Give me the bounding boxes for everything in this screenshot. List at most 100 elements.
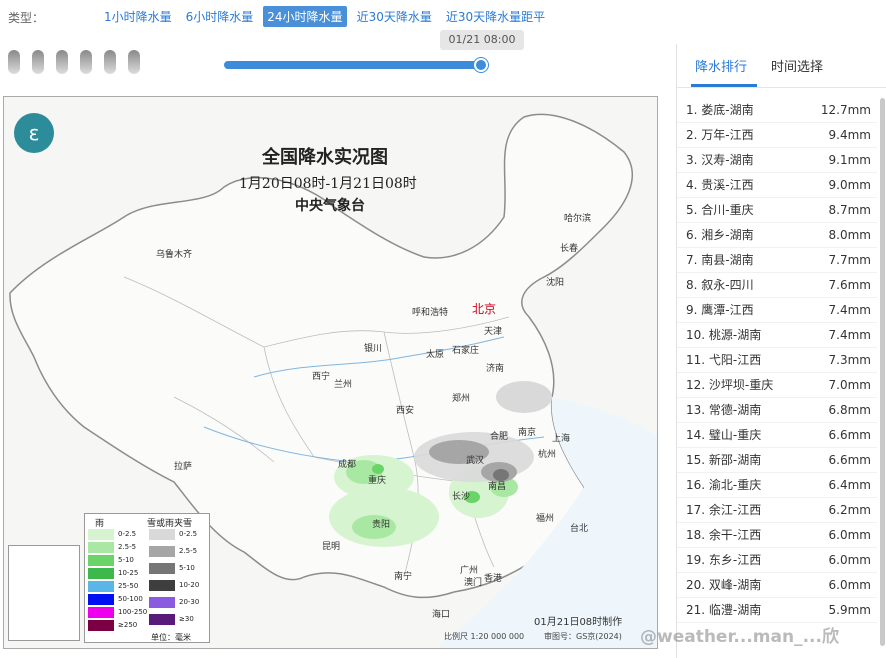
list-item[interactable]: 8. 叙永-四川 7.6mm bbox=[677, 273, 877, 298]
time-slider-thumb[interactable] bbox=[474, 58, 488, 72]
rank-station: 14. 璧山-重庆 bbox=[686, 428, 762, 442]
city-label: 贵阳 bbox=[372, 520, 391, 530]
rank-station: 12. 沙坪坝-重庆 bbox=[686, 378, 774, 392]
rank-station: 7. 南县-湖南 bbox=[686, 253, 754, 267]
legend-snow-title: 雪或雨夹雪 bbox=[147, 519, 193, 529]
precip-legend: 雨 雪或雨夹雪 0-2.5 2.5-5 5-10 10-25 25-50 50-… bbox=[84, 513, 210, 643]
list-item[interactable]: 10. 桃源-湖南 7.4mm bbox=[677, 323, 877, 348]
playback-bar-icon[interactable] bbox=[104, 50, 116, 74]
rank-value: 9.4mm bbox=[828, 128, 871, 142]
legend-label: 10-20 bbox=[179, 581, 200, 589]
rank-value: 8.7mm bbox=[828, 203, 871, 217]
rank-value: 6.0mm bbox=[828, 553, 871, 567]
legend-label: ≥30 bbox=[179, 615, 194, 623]
city-label: 重庆 bbox=[368, 476, 387, 486]
map-made-time: 01月21日08时制作 bbox=[534, 617, 623, 628]
city-label: 哈尔滨 bbox=[564, 214, 592, 224]
legend-swatch bbox=[149, 614, 175, 625]
tab-6h-precip[interactable]: 6小时降水量 bbox=[182, 6, 258, 27]
rank-value: 9.0mm bbox=[828, 178, 871, 192]
rank-value: 7.4mm bbox=[828, 328, 871, 342]
playback-bar-icon[interactable] bbox=[128, 50, 140, 74]
rank-station: 11. 弋阳-江西 bbox=[686, 353, 762, 367]
legend-swatch bbox=[149, 580, 175, 591]
legend-unit: 单位：毫米 bbox=[151, 633, 191, 642]
city-label: 南京 bbox=[518, 428, 537, 438]
rank-value: 6.8mm bbox=[828, 403, 871, 417]
city-label: 济南 bbox=[486, 364, 505, 374]
legend-label: 5-10 bbox=[118, 556, 134, 564]
list-item[interactable]: 20. 双峰-湖南 6.0mm bbox=[677, 573, 877, 598]
legend-label: 5-10 bbox=[179, 564, 195, 572]
rank-station: 8. 叙永-四川 bbox=[686, 278, 754, 292]
city-label: 南昌 bbox=[488, 482, 507, 492]
playback-bar-icon[interactable] bbox=[56, 50, 68, 74]
tab-time-select[interactable]: 时间选择 bbox=[771, 56, 823, 75]
legend-swatch bbox=[149, 529, 175, 540]
playback-bar-icon[interactable] bbox=[32, 50, 44, 74]
list-item[interactable]: 18. 余干-江西 6.0mm bbox=[677, 523, 877, 548]
city-label: 昆明 bbox=[322, 542, 341, 552]
list-item[interactable]: 12. 沙坪坝-重庆 7.0mm bbox=[677, 373, 877, 398]
legend-swatch bbox=[149, 546, 175, 557]
list-item[interactable]: 2. 万年-江西 9.4mm bbox=[677, 123, 877, 148]
list-item[interactable]: 11. 弋阳-江西 7.3mm bbox=[677, 348, 877, 373]
time-slider-track[interactable] bbox=[224, 61, 486, 69]
south-china-sea-inset bbox=[8, 545, 80, 641]
legend-swatch bbox=[149, 563, 175, 574]
legend-label: 0-2.5 bbox=[118, 530, 137, 538]
city-label: 沈阳 bbox=[546, 278, 565, 288]
list-item[interactable]: 9. 鹰潭-江西 7.4mm bbox=[677, 298, 877, 323]
legend-swatch bbox=[88, 529, 114, 540]
list-item[interactable]: 14. 璧山-重庆 6.6mm bbox=[677, 423, 877, 448]
rank-value: 6.6mm bbox=[828, 453, 871, 467]
list-item[interactable]: 5. 合川-重庆 8.7mm bbox=[677, 198, 877, 223]
rank-station: 4. 贵溪-江西 bbox=[686, 178, 754, 192]
list-item[interactable]: 17. 余江-江西 6.2mm bbox=[677, 498, 877, 523]
tab-24h-precip[interactable]: 24小时降水量 bbox=[263, 6, 347, 27]
rank-value: 7.4mm bbox=[828, 303, 871, 317]
city-label: 呼和浩特 bbox=[412, 308, 449, 318]
city-label: 西安 bbox=[396, 406, 415, 416]
legend-swatch bbox=[88, 581, 114, 592]
playback-bar-icon[interactable] bbox=[8, 50, 20, 74]
tab-precip-ranking[interactable]: 降水排行 bbox=[695, 56, 747, 75]
list-item[interactable]: 21. 临澧-湖南 5.9mm bbox=[677, 598, 877, 623]
city-label: 银川 bbox=[364, 344, 383, 354]
ranking-panel: 降水排行 时间选择 1. 娄底-湖南 12.7mm 2. 万年-江西 9.4mm 3… bbox=[676, 44, 886, 658]
list-item[interactable]: 16. 渝北-重庆 6.4mm bbox=[677, 473, 877, 498]
precipitation-map[interactable]: ε 全国降水实况图 1月20日08时-1月21日08时 中央气象台 乌鲁木齐 哈… bbox=[3, 96, 658, 649]
city-label: 杭州 bbox=[538, 450, 557, 460]
map-scale: 比例尺 1:20 000 000 bbox=[444, 632, 525, 641]
list-item[interactable]: 19. 东乡-江西 6.0mm bbox=[677, 548, 877, 573]
list-item[interactable]: 6. 湘乡-湖南 8.0mm bbox=[677, 223, 877, 248]
cma-logo-icon: ε bbox=[14, 113, 54, 153]
legend-rain-title: 雨 bbox=[95, 519, 105, 529]
list-item[interactable]: 13. 常德-湖南 6.8mm bbox=[677, 398, 877, 423]
list-item[interactable]: 3. 汉寿-湖南 9.1mm bbox=[677, 148, 877, 173]
ranking-scrollbar[interactable] bbox=[880, 98, 885, 646]
rank-station: 19. 东乡-江西 bbox=[686, 553, 762, 567]
rank-value: 5.9mm bbox=[828, 603, 871, 617]
list-item[interactable]: 1. 娄底-湖南 12.7mm bbox=[677, 98, 877, 123]
rank-value: 9.1mm bbox=[828, 153, 871, 167]
tab-30d-precip[interactable]: 近30天降水量 bbox=[353, 6, 436, 27]
city-label: 长春 bbox=[560, 244, 579, 254]
tab-1h-precip[interactable]: 1小时降水量 bbox=[100, 6, 176, 27]
city-label: 兰州 bbox=[334, 380, 353, 390]
tab-30d-anomaly[interactable]: 近30天降水量距平 bbox=[442, 6, 549, 27]
type-tabs: 1小时降水量 6小时降水量 24小时降水量 近30天降水量 近30天降水量距平 bbox=[100, 6, 549, 27]
ranking-tabs: 降水排行 时间选择 bbox=[677, 44, 886, 88]
city-label: 长沙 bbox=[452, 492, 471, 502]
rank-value: 6.0mm bbox=[828, 578, 871, 592]
playback-bar-icon[interactable] bbox=[80, 50, 92, 74]
rank-station: 3. 汉寿-湖南 bbox=[686, 153, 754, 167]
list-item[interactable]: 7. 南县-湖南 7.7mm bbox=[677, 248, 877, 273]
list-item[interactable]: 4. 贵溪-江西 9.0mm bbox=[677, 173, 877, 198]
rank-station: 1. 娄底-湖南 bbox=[686, 103, 754, 117]
city-label: 武汉 bbox=[466, 456, 485, 466]
city-label: 台北 bbox=[570, 524, 589, 534]
legend-label: 25-50 bbox=[118, 582, 139, 590]
list-item[interactable]: 15. 新邵-湖南 6.6mm bbox=[677, 448, 877, 473]
rank-value: 7.6mm bbox=[828, 278, 871, 292]
